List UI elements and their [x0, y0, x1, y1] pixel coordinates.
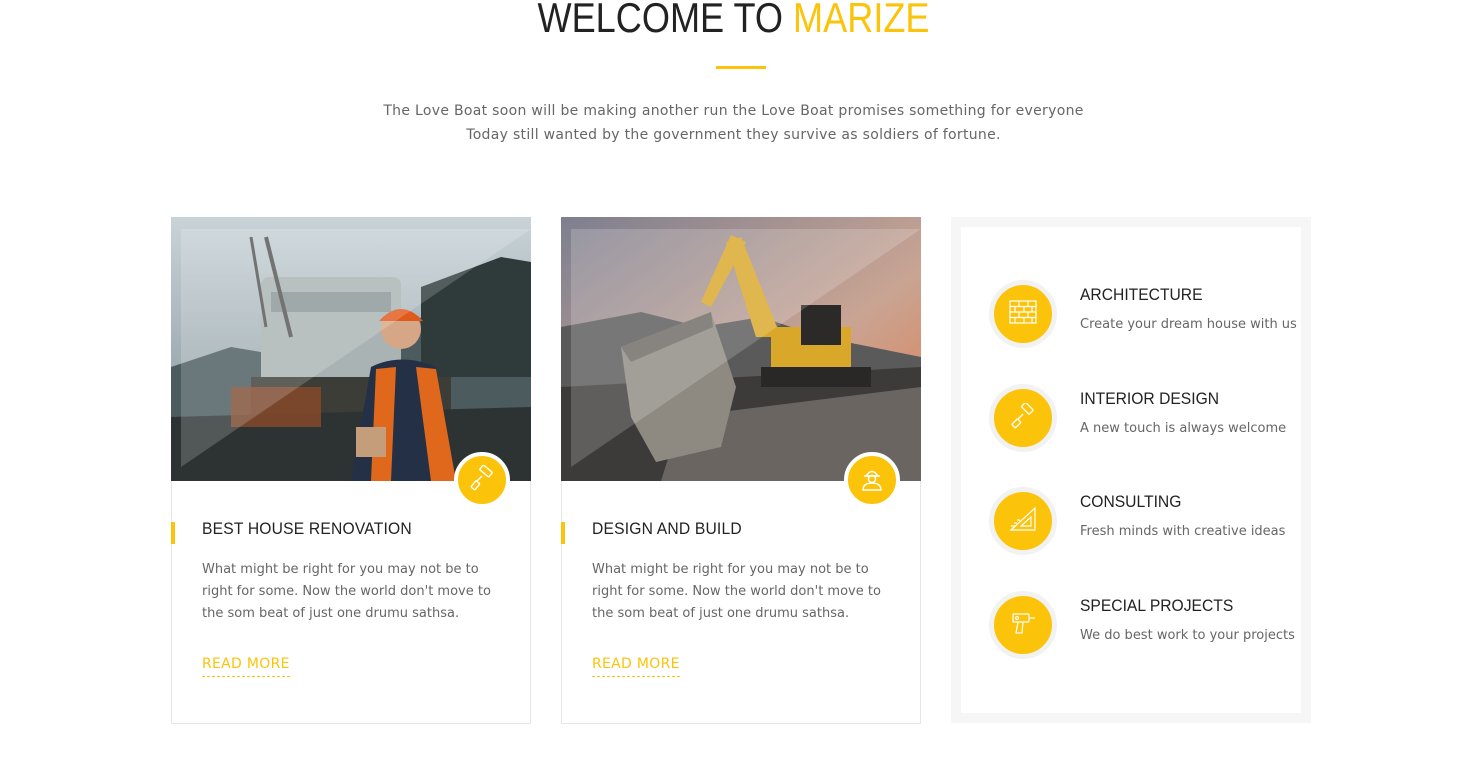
service-icon-badge [989, 487, 1057, 555]
service-item-architecture[interactable]: ARCHITECTURE Create your dream house wit… [989, 280, 1297, 350]
service-icon-badge [989, 384, 1057, 452]
read-more-link[interactable]: READ MORE [592, 656, 680, 677]
section-title-accent: MARIZE [793, 0, 930, 41]
service-title: INTERIOR DESIGN [1080, 389, 1220, 408]
service-item-special-projects[interactable]: SPECIAL PROJECTS We do best work to your… [989, 591, 1295, 661]
set-square-icon [1009, 506, 1037, 536]
card-description: What might be right for you may not be t… [202, 562, 491, 621]
section-title-main: WELCOME TO [537, 0, 784, 41]
paint-roller-icon [469, 464, 495, 495]
service-title: CONSULTING [1080, 492, 1182, 511]
service-title: ARCHITECTURE [1080, 285, 1203, 304]
card-title-marker [171, 522, 175, 544]
card-icon-badge [844, 452, 900, 508]
card-title: BEST HOUSE RENOVATION [202, 519, 412, 538]
card-icon-badge [454, 452, 510, 508]
intro-text: The Love Boat soon will be making anothe… [0, 99, 1467, 147]
card-title-marker [561, 522, 565, 544]
service-subtitle: A new touch is always welcome [1080, 421, 1287, 436]
service-title: SPECIAL PROJECTS [1080, 596, 1234, 615]
intro-line: The Love Boat soon will be making anothe… [383, 103, 1084, 119]
read-more-link[interactable]: READ MORE [202, 656, 290, 677]
service-subtitle: Create your dream house with us [1080, 317, 1297, 332]
service-subtitle: Fresh minds with creative ideas [1080, 524, 1286, 539]
drill-icon [1010, 610, 1036, 640]
service-card: BEST HOUSE RENOVATION What might be righ… [171, 217, 531, 724]
card-description: What might be right for you may not be t… [592, 562, 881, 621]
services-panel: ARCHITECTURE Create your dream house wit… [951, 217, 1311, 723]
section-title: WELCOME TO MARIZE [103, 0, 1365, 46]
paint-roller-icon [1010, 402, 1036, 433]
card-photo-excavator [561, 217, 921, 481]
worker-icon [859, 465, 885, 495]
service-icon-badge [989, 591, 1057, 659]
card-photo-worker [171, 217, 531, 481]
intro-line: Today still wanted by the government the… [466, 127, 1001, 143]
service-icon-badge [989, 280, 1057, 348]
service-item-consulting[interactable]: CONSULTING Fresh minds with creative ide… [989, 487, 1289, 557]
service-item-interior-design[interactable]: INTERIOR DESIGN A new touch is always we… [989, 384, 1289, 454]
service-subtitle: We do best work to your projects [1080, 628, 1295, 643]
service-card: DESIGN AND BUILD What might be right for… [561, 217, 921, 724]
card-title: DESIGN AND BUILD [592, 519, 742, 538]
title-divider [716, 66, 766, 69]
brick-wall-icon [1009, 300, 1037, 328]
